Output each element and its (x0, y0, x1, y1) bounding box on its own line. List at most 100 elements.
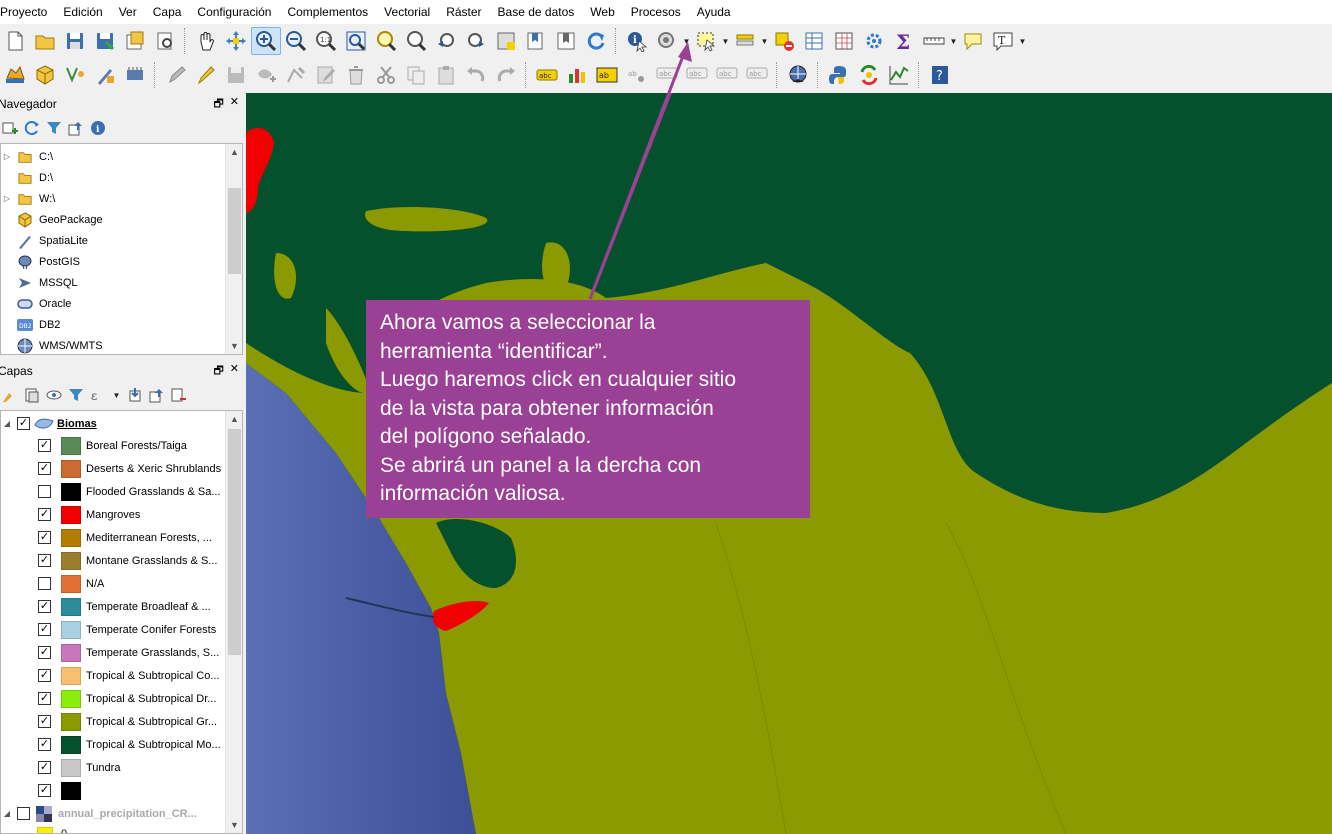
remove-layer-icon[interactable] (171, 387, 187, 403)
chevron-down-icon[interactable]: ▼ (760, 37, 769, 46)
close-icon[interactable]: ✕ (230, 95, 239, 114)
save-layer-edits-icon[interactable] (221, 61, 251, 89)
legend-item[interactable]: ✓ Temperate Conifer Forests (1, 618, 242, 641)
legend-item[interactable]: ✓ Tropical & Subtropical Mo... (1, 733, 242, 756)
run-feature-action-icon[interactable] (652, 27, 682, 55)
deselect-features-icon[interactable] (769, 27, 799, 55)
menu-ayuda[interactable]: Ayuda (689, 0, 739, 24)
field-calculator-icon[interactable] (829, 27, 859, 55)
browser-item[interactable]: WMS/WMTS (1, 335, 242, 354)
pin-labels-icon[interactable]: ab (622, 61, 652, 89)
toolbox-icon[interactable] (859, 27, 889, 55)
chevron-right-icon[interactable]: ▷ (1, 152, 13, 161)
toggle-editing-icon[interactable] (191, 61, 221, 89)
layer-diagram-icon[interactable] (562, 61, 592, 89)
zoom-last-icon[interactable] (431, 27, 461, 55)
chevron-down-icon[interactable]: ▼ (1018, 37, 1027, 46)
scroll-up-icon[interactable]: ▲ (226, 144, 242, 160)
cut-features-icon[interactable] (371, 61, 401, 89)
scroll-down-icon[interactable]: ▼ (226, 338, 242, 354)
python-console-icon[interactable] (824, 61, 854, 89)
zoom-next-icon[interactable] (461, 27, 491, 55)
chevron-right-icon[interactable]: ▷ (1, 194, 13, 203)
browser-item[interactable]: GeoPackage (1, 209, 242, 230)
identify-features-icon[interactable]: i (622, 27, 652, 55)
add-selected-layers-icon[interactable] (2, 120, 18, 136)
refresh-icon[interactable] (581, 27, 611, 55)
scroll-down-icon[interactable]: ▼ (226, 817, 242, 833)
measure-line-icon[interactable] (919, 27, 949, 55)
info-icon[interactable]: i (90, 120, 106, 136)
collapse-all-icon[interactable] (149, 387, 165, 403)
attribute-table-icon[interactable] (799, 27, 829, 55)
legend-item[interactable]: ✓ Tundra (1, 756, 242, 779)
processing-toolbox-icon[interactable] (854, 61, 884, 89)
new-shapefile-layer-icon[interactable] (60, 61, 90, 89)
globe-plugin-icon[interactable] (783, 61, 813, 89)
browser-item[interactable]: DB2 DB2 (1, 314, 242, 335)
add-group-icon[interactable] (24, 387, 40, 403)
scroll-thumb[interactable] (228, 188, 241, 274)
menu-proyecto[interactable]: Proyecto (0, 0, 55, 24)
layer-group-biomas[interactable]: ◢ ✓ Biomas (1, 413, 242, 434)
pan-icon[interactable] (191, 27, 221, 55)
paste-features-icon[interactable] (431, 61, 461, 89)
menu-complementos[interactable]: Complementos (279, 0, 376, 24)
browser-item[interactable]: ▷ C:\ (1, 146, 242, 167)
new-spatialite-layer-icon[interactable] (90, 61, 120, 89)
menu-procesos[interactable]: Procesos (623, 0, 689, 24)
menu-edicion[interactable]: Edición (55, 0, 110, 24)
map-tips-icon[interactable] (958, 27, 988, 55)
new-bookmark-icon[interactable] (521, 27, 551, 55)
layer-labeling-icon[interactable]: abc (532, 61, 562, 89)
legend-item[interactable]: ✓ Tropical & Subtropical Co... (1, 664, 242, 687)
legend-checkbox[interactable]: ✓ (38, 761, 51, 774)
open-project-icon[interactable] (30, 27, 60, 55)
layout-manager-icon[interactable] (150, 27, 180, 55)
delete-selected-icon[interactable] (341, 61, 371, 89)
save-project-icon[interactable] (60, 27, 90, 55)
chevron-down-icon[interactable]: ▼ (682, 37, 691, 46)
data-source-manager-icon[interactable] (0, 61, 30, 89)
legend-checkbox[interactable]: ✓ (38, 669, 51, 682)
chevron-down-icon[interactable]: ▼ (112, 391, 121, 400)
float-panel-icon[interactable]: 🗗 (213, 95, 223, 114)
new-temporary-layer-icon[interactable] (120, 61, 150, 89)
menu-ver[interactable]: Ver (111, 0, 145, 24)
add-feature-icon[interactable] (251, 61, 281, 89)
vertex-tool-icon[interactable] (281, 61, 311, 89)
menu-capa[interactable]: Capa (145, 0, 190, 24)
show-bookmarks-icon[interactable] (551, 27, 581, 55)
zoom-full-icon[interactable] (341, 27, 371, 55)
close-icon[interactable]: ✕ (230, 362, 239, 381)
help-icon[interactable]: ? (925, 61, 955, 89)
zoom-to-selection-icon[interactable] (371, 27, 401, 55)
select-features-icon[interactable] (691, 27, 721, 55)
layer-raster-precipitation[interactable]: ◢ annual_precipitation_CR... (1, 802, 242, 825)
statistical-summary-icon[interactable]: Σ (889, 27, 919, 55)
highlight-pinned-labels-icon[interactable]: ab (592, 61, 622, 89)
legend-item[interactable]: ✓ Deserts & Xeric Shrublands (1, 457, 242, 480)
legend-item[interactable]: ✓ Montane Grasslands & S... (1, 549, 242, 572)
select-by-value-icon[interactable] (730, 27, 760, 55)
scroll-thumb[interactable] (228, 429, 241, 655)
legend-checkbox[interactable]: ✓ (38, 554, 51, 567)
manage-map-themes-icon[interactable] (46, 387, 62, 403)
legend-checkbox[interactable] (38, 577, 51, 590)
legend-item[interactable]: ✓ Temperate Broadleaf & ... (1, 595, 242, 618)
modify-attributes-icon[interactable] (311, 61, 341, 89)
redo-icon[interactable] (491, 61, 521, 89)
expand-all-icon[interactable] (127, 387, 143, 403)
move-label-icon[interactable]: abc (682, 61, 712, 89)
menu-web[interactable]: Web (582, 0, 622, 24)
legend-checkbox[interactable]: ✓ (38, 738, 51, 751)
browser-item[interactable]: MSSQL (1, 272, 242, 293)
legend-item[interactable]: ✓ Temperate Grasslands, S... (1, 641, 242, 664)
profile-tool-icon[interactable] (884, 61, 914, 89)
chevron-down-icon[interactable]: ▼ (949, 37, 958, 46)
change-label-icon[interactable]: abc (742, 61, 772, 89)
save-as-icon[interactable] (90, 27, 120, 55)
refresh-icon[interactable] (24, 120, 40, 136)
chevron-down-icon[interactable]: ◢ (1, 809, 13, 818)
browser-item[interactable]: ▷ W:\ (1, 188, 242, 209)
